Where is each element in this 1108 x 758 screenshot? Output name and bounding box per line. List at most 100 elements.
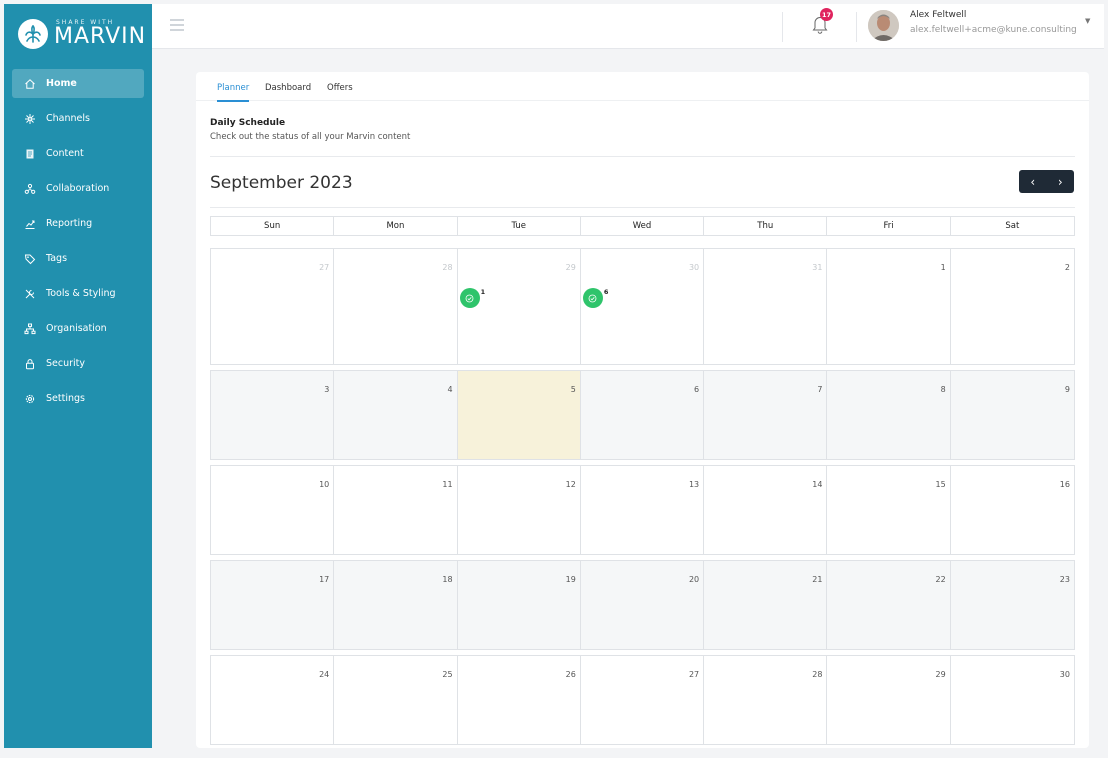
calendar-day[interactable]: 15: [827, 466, 951, 554]
calendar-day[interactable]: 27: [211, 249, 335, 364]
calendar-day[interactable]: 8: [827, 371, 951, 459]
day-number: 30: [688, 263, 700, 272]
calendar-day[interactable]: 12: [458, 466, 581, 554]
content-event-marker[interactable]: [582, 288, 603, 308]
calendar-day[interactable]: 10: [211, 466, 335, 554]
calendar-day[interactable]: 6: [581, 371, 705, 459]
next-month-button[interactable]: ›: [1047, 170, 1075, 193]
divider: [210, 156, 1075, 157]
calendar-day[interactable]: 22: [827, 561, 951, 649]
sidebar-item-home[interactable]: Home: [12, 69, 144, 98]
calendar-day[interactable]: 14: [704, 466, 828, 554]
sidebar: SHARE WITH MARVIN Home Channels Content …: [4, 4, 152, 748]
calendar-day[interactable]: 23: [951, 561, 1074, 649]
sidebar-item-tools-styling[interactable]: Tools & Styling: [12, 279, 144, 308]
day-number: 7: [817, 385, 823, 394]
calendar-week: 17 18 19 20 21 22 23: [210, 560, 1075, 650]
day-number: 27: [319, 263, 330, 272]
tab-planner[interactable]: Planner: [217, 83, 250, 102]
check-circle-icon: [588, 294, 597, 302]
calendar-day[interactable]: 9: [951, 371, 1074, 459]
collaboration-icon: [24, 183, 36, 194]
user-email: alex.feltwell+acme@kune.consulting: [910, 25, 1077, 35]
calendar-day[interactable]: 30: [951, 656, 1074, 744]
day-number: 16: [1059, 480, 1070, 489]
chevron-down-icon[interactable]: ▼: [1085, 17, 1090, 25]
calendar-day[interactable]: 20: [581, 561, 705, 649]
sidebar-item-organisation[interactable]: Organisation: [12, 314, 144, 343]
tab-offers[interactable]: Offers: [327, 83, 353, 100]
menu-icon[interactable]: [170, 19, 184, 31]
sidebar-item-label: Content: [46, 148, 84, 159]
calendar-day[interactable]: 13: [581, 466, 705, 554]
gear-icon: [25, 394, 35, 403]
tab-bar: Planner Dashboard Offers: [196, 72, 1089, 102]
content-event-marker[interactable]: [459, 288, 480, 308]
sidebar-item-channels[interactable]: Channels: [12, 104, 144, 133]
brand-name: MARVIN: [54, 24, 147, 49]
calendar-day[interactable]: 11: [334, 466, 458, 554]
sidebar-item-content[interactable]: Content: [12, 139, 144, 168]
day-number: 23: [1059, 575, 1070, 584]
prev-month-button[interactable]: ‹: [1019, 170, 1047, 193]
notification-badge[interactable]: 17: [820, 8, 833, 21]
calendar-day[interactable]: 3: [211, 371, 335, 459]
calendar-day[interactable]: 24: [211, 656, 335, 744]
calendar-day[interactable]: 29: [827, 656, 951, 744]
calendar-day[interactable]: 17: [211, 561, 335, 649]
calendar-day[interactable]: 4: [334, 371, 458, 459]
day-number: 22: [935, 575, 946, 584]
topbar: 17 Alex Feltwell alex.feltwell+acme@kune…: [152, 4, 1104, 49]
calendar-day[interactable]: 29 1: [458, 249, 581, 364]
calendar-day[interactable]: 7: [704, 371, 828, 459]
tab-dashboard[interactable]: Dashboard: [265, 83, 311, 100]
tag-icon: [24, 254, 36, 264]
calendar-day[interactable]: 26: [458, 656, 581, 744]
sidebar-item-label: Organisation: [46, 323, 107, 334]
lock-icon: [26, 358, 34, 369]
calendar-day[interactable]: 25: [334, 656, 458, 744]
divider: [782, 12, 783, 42]
sidebar-item-settings[interactable]: Settings: [12, 384, 144, 413]
sidebar-item-tags[interactable]: Tags: [12, 244, 144, 273]
calendar-day[interactable]: 31: [704, 249, 828, 364]
brand-logo[interactable]: SHARE WITH MARVIN: [4, 4, 152, 64]
calendar-day[interactable]: 27: [581, 656, 705, 744]
sidebar-item-label: Channels: [46, 113, 90, 124]
brand-tagline: SHARE WITH: [56, 19, 115, 26]
sidebar-item-label: Reporting: [46, 218, 93, 229]
sidebar-item-reporting[interactable]: Reporting: [12, 209, 144, 238]
home-icon: [25, 78, 35, 89]
sidebar-item-label: Collaboration: [46, 183, 110, 194]
calendar-day[interactable]: 16: [951, 466, 1074, 554]
calendar-day[interactable]: 2: [951, 249, 1074, 364]
calendar-day[interactable]: 1: [827, 249, 951, 364]
calendar-day[interactable]: 28: [704, 656, 828, 744]
day-number: 17: [319, 575, 330, 584]
calendar-day[interactable]: 30 6: [581, 249, 705, 364]
event-count: 1: [480, 288, 486, 296]
day-number: 8: [940, 385, 946, 394]
day-number: 20: [688, 575, 700, 584]
calendar-week: 27 28 29 1 30 6 31 1 2: [210, 248, 1075, 365]
user-name[interactable]: Alex Feltwell: [910, 10, 966, 20]
divider: [856, 12, 857, 42]
event-count: 6: [603, 288, 609, 296]
calendar-day[interactable]: 19: [458, 561, 581, 649]
day-number: 30: [1059, 670, 1070, 679]
calendar-day[interactable]: 28: [334, 249, 458, 364]
avatar[interactable]: [868, 10, 899, 41]
day-number: 29: [565, 263, 576, 272]
day-number: 28: [442, 263, 453, 272]
sidebar-item-collaboration[interactable]: Collaboration: [12, 174, 144, 203]
day-number: 26: [565, 670, 576, 679]
calendar-day[interactable]: 21: [704, 561, 828, 649]
sidebar-item-security[interactable]: Security: [12, 349, 144, 378]
sidebar-nav: Home Channels Content Collaboration Repo…: [4, 69, 152, 413]
calendar-day-today[interactable]: 5: [457, 371, 581, 459]
day-number: 1: [940, 263, 946, 272]
calendar-day[interactable]: 18: [334, 561, 458, 649]
day-number: 6: [694, 385, 700, 394]
marvin-logo-icon: [18, 19, 48, 49]
day-number: 14: [812, 480, 823, 489]
